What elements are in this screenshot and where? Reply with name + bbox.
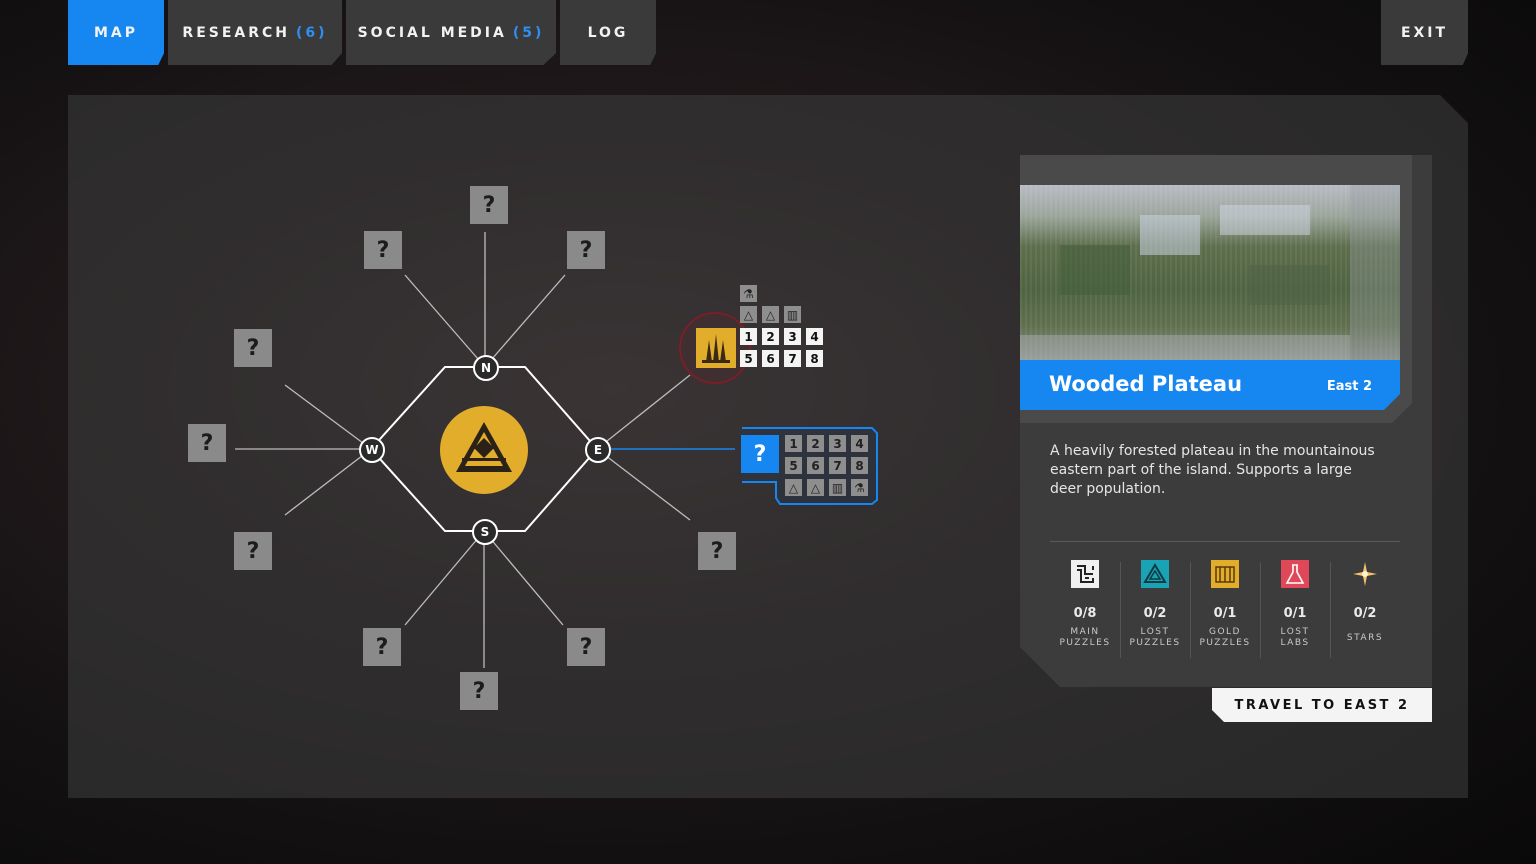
travel-button[interactable]: TRAVEL TO EAST 2 xyxy=(1212,688,1432,722)
compass-west[interactable]: W xyxy=(359,437,385,463)
puzzle-3: 3 xyxy=(829,435,846,452)
region-title-bar: Wooded Plateau East 2 xyxy=(1020,360,1400,410)
unknown-region-es[interactable]: ? xyxy=(698,532,736,570)
gate-icon xyxy=(1211,560,1239,588)
lost-puzzle-icon: △ xyxy=(762,306,779,323)
puzzle-6: 6 xyxy=(807,457,824,474)
lost-lab-icon: ⚗ xyxy=(740,285,757,302)
travel-button-label: TRAVEL TO EAST 2 xyxy=(1234,697,1410,713)
lost-lab-icon: ⚗ xyxy=(851,479,868,496)
puzzle-5: 5 xyxy=(740,350,757,367)
unknown-region-nw[interactable]: ? xyxy=(364,231,402,269)
puzzle-8: 8 xyxy=(851,457,868,474)
puzzle-1: 1 xyxy=(740,328,757,345)
selected-region[interactable]: ? xyxy=(741,435,779,473)
flask-icon xyxy=(1281,560,1309,588)
puzzle-8: 8 xyxy=(806,350,823,367)
pyramid-emblem-icon[interactable] xyxy=(440,406,528,494)
gold-puzzle-icon: ▥ xyxy=(829,479,846,496)
unknown-region-w[interactable]: ? xyxy=(188,424,226,462)
puzzle-3: 3 xyxy=(784,328,801,345)
puzzle-4: 4 xyxy=(806,328,823,345)
discovered-region[interactable] xyxy=(696,328,736,368)
compass-south[interactable]: S xyxy=(472,519,498,545)
triangle-icon xyxy=(1141,560,1169,588)
puzzle-2: 2 xyxy=(807,435,824,452)
region-description: A heavily forested plateau in the mounta… xyxy=(1050,443,1375,497)
stat-lost-puzzles: 0/2 LOST PUZZLES xyxy=(1120,560,1190,649)
puzzle-7: 7 xyxy=(784,350,801,367)
unknown-region-wn[interactable]: ? xyxy=(234,329,272,367)
temple-spires-icon xyxy=(702,334,730,363)
stat-lost-labs: 0/1 LOST LABS xyxy=(1260,560,1330,649)
maze-icon xyxy=(1071,560,1099,588)
lost-puzzle-icon: △ xyxy=(740,306,757,323)
stats-divider xyxy=(1050,541,1400,542)
puzzle-4: 4 xyxy=(851,435,868,452)
puzzle-1: 1 xyxy=(785,435,802,452)
region-code: East 2 xyxy=(1326,379,1372,394)
stat-gold-puzzles: 0/1 GOLD PUZZLES xyxy=(1190,560,1260,649)
region-thumbnail xyxy=(1020,185,1400,361)
puzzle-6: 6 xyxy=(762,350,779,367)
region-name: Wooded Plateau xyxy=(1049,372,1243,396)
lost-puzzle-icon: △ xyxy=(807,479,824,496)
gold-puzzle-icon: ▥ xyxy=(784,306,801,323)
stat-stars: 0/2 STARS xyxy=(1330,560,1400,644)
puzzle-2: 2 xyxy=(762,328,779,345)
lost-puzzle-icon: △ xyxy=(785,479,802,496)
puzzle-7: 7 xyxy=(829,457,846,474)
star-icon xyxy=(1351,560,1379,588)
unknown-region-ne[interactable]: ? xyxy=(567,231,605,269)
compass-east[interactable]: E xyxy=(585,437,611,463)
unknown-region-ws[interactable]: ? xyxy=(234,532,272,570)
unknown-region-n[interactable]: ? xyxy=(470,186,508,224)
unknown-region-sw[interactable]: ? xyxy=(363,628,401,666)
puzzle-5: 5 xyxy=(785,457,802,474)
unknown-region-se[interactable]: ? xyxy=(567,628,605,666)
compass-north[interactable]: N xyxy=(473,355,499,381)
stat-main-puzzles: 0/8 MAIN PUZZLES xyxy=(1050,560,1120,649)
unknown-region-s[interactable]: ? xyxy=(460,672,498,710)
